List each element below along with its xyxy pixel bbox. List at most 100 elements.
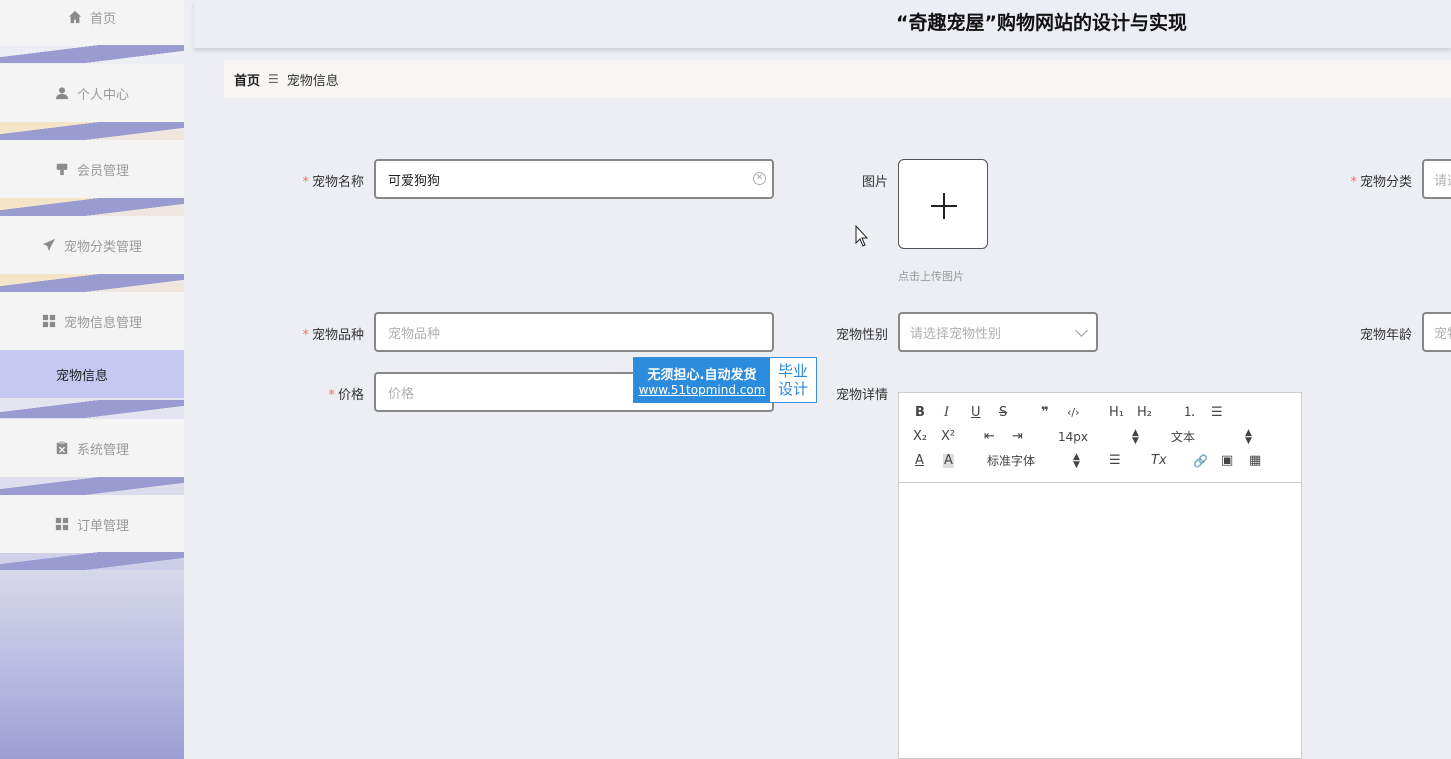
indent-button[interactable]: ⇥ — [1012, 430, 1023, 444]
strike-button[interactable]: S — [999, 406, 1007, 420]
outdent-button[interactable]: ⇤ — [984, 430, 995, 444]
watermark-line1: 无须担心.自动发货 — [647, 367, 757, 383]
price-placeholder: 价格 — [388, 386, 415, 402]
sidebar-item-label: 订单管理 — [76, 518, 129, 534]
bold-button[interactable]: B — [915, 406, 925, 420]
top-header: “奇趣宠屋”购物网站的设计与实现 — [194, 0, 1451, 48]
align-button[interactable]: ☰ — [1109, 454, 1121, 468]
category-placeholder: 请选 — [1434, 173, 1451, 189]
block-type-value: 文本 — [1171, 430, 1196, 444]
breed-label: * 宠物品种 — [302, 328, 364, 343]
sidebar-item-orders[interactable]: 订单管理 — [0, 495, 184, 553]
sidebar-item-label: 首页 — [89, 11, 116, 27]
image-label: 图片 — [861, 175, 888, 190]
sidebar-divider — [0, 198, 184, 216]
italic-button[interactable]: I — [944, 406, 949, 420]
user-icon — [55, 86, 69, 100]
updown-icon: ▲ ▼ — [1245, 428, 1252, 446]
sidebar-item-system[interactable]: 系统管理 — [0, 419, 184, 477]
age-input[interactable]: 宠物 — [1422, 312, 1451, 352]
sidebar: 首页 个人中心 会员管理 宠物分类管理 宠物信息管理 宠物信息 系统管理 订单管… — [0, 0, 184, 759]
sidebar-subitem-pet-info[interactable]: 宠物信息 — [0, 350, 184, 398]
breadcrumb: 首页 ☰ 宠物信息 — [224, 60, 1451, 98]
category-select[interactable]: 请选 — [1422, 159, 1451, 199]
watermark-url: www.51topmind.com — [638, 382, 766, 397]
grid-icon — [55, 517, 69, 531]
editor-content-area[interactable] — [899, 483, 1301, 759]
gender-select[interactable]: 请选择宠物性别 — [898, 312, 1098, 352]
sidebar-item-pet-info[interactable]: 宠物信息管理 — [0, 292, 184, 350]
breed-input[interactable]: 宠物品种 — [374, 312, 774, 352]
block-type-select[interactable]: 文本 ▲ ▼ — [1171, 428, 1253, 446]
blockquote-button[interactable]: ❞ — [1041, 406, 1049, 420]
pet-name-input[interactable]: 可爱狗狗 ✕ — [374, 159, 774, 199]
video-button[interactable]: ▦ — [1249, 454, 1261, 468]
bullet-list-button[interactable]: ☰ — [1211, 406, 1223, 420]
font-family-value: 标准字体 — [987, 454, 1036, 468]
sidebar-item-label: 系统管理 — [76, 442, 129, 458]
editor-toolbar: B I U S ❞ ‹/› H₁ H₂ ⒈ ☰ X₂ X² ⇤ ⇥ 14px ▲… — [899, 393, 1301, 483]
member-icon — [55, 162, 69, 176]
mouse-cursor-icon — [855, 225, 869, 247]
breadcrumb-separator: ☰ — [268, 72, 279, 86]
sidebar-divider — [0, 274, 184, 292]
clear-format-button[interactable]: Tx — [1151, 454, 1167, 468]
ordered-list-button[interactable]: ⒈ — [1183, 406, 1196, 420]
details-label: 宠物详情 — [835, 388, 888, 403]
age-placeholder: 宠物 — [1434, 326, 1451, 342]
pet-name-label: * 宠物名称 — [302, 175, 364, 190]
updown-icon: ▲ ▼ — [1073, 452, 1080, 470]
sidebar-divider — [0, 122, 184, 140]
link-button[interactable]: 🔗 — [1193, 454, 1208, 468]
sidebar-item-profile[interactable]: 个人中心 — [0, 64, 184, 122]
h2-button[interactable]: H₂ — [1137, 406, 1152, 420]
watermark-right2: 设计 — [777, 380, 808, 398]
price-label: * 价格 — [328, 388, 364, 403]
rich-text-editor: B I U S ❞ ‹/› H₁ H₂ ⒈ ☰ X₂ X² ⇤ ⇥ 14px ▲… — [898, 392, 1302, 759]
breadcrumb-home[interactable]: 首页 — [234, 70, 260, 89]
page-title: “奇趣宠屋”购物网站的设计与实现 — [896, 12, 1187, 34]
h1-button[interactable]: H₁ — [1109, 406, 1124, 420]
sidebar-divider — [0, 552, 184, 570]
background-color-button[interactable]: A — [943, 454, 954, 468]
grid-icon — [42, 314, 56, 328]
underline-button[interactable]: U — [971, 406, 981, 420]
breed-placeholder: 宠物品种 — [388, 326, 441, 342]
subscript-button[interactable]: X₂ — [913, 430, 927, 444]
watermark-right1: 毕业 — [777, 362, 808, 380]
image-button[interactable]: ▣ — [1221, 454, 1233, 468]
sidebar-background — [0, 570, 184, 759]
watermark-badge: 无须担心.自动发货 www.51topmind.com 毕业 设计 — [633, 357, 817, 403]
sidebar-item-pet-category[interactable]: 宠物分类管理 — [0, 216, 184, 274]
sidebar-item-label: 个人中心 — [76, 87, 129, 103]
updown-icon: ▲ ▼ — [1132, 428, 1139, 446]
font-family-select[interactable]: 标准字体 ▲ ▼ — [987, 452, 1080, 470]
gender-label: 宠物性别 — [835, 328, 888, 343]
clear-icon[interactable]: ✕ — [753, 172, 766, 185]
sidebar-item-label: 宠物信息管理 — [63, 315, 142, 331]
sidebar-subitem-label: 宠物信息 — [56, 368, 109, 384]
sidebar-item-label: 会员管理 — [76, 163, 129, 179]
sidebar-divider — [0, 45, 184, 63]
home-icon — [68, 10, 82, 24]
upload-hint: 点击上传图片 — [898, 270, 964, 283]
clipboard-icon — [55, 441, 69, 455]
gender-placeholder: 请选择宠物性别 — [910, 326, 1002, 342]
category-label: * 宠物分类 — [1350, 175, 1412, 190]
breadcrumb-current: 宠物信息 — [286, 73, 339, 89]
sidebar-item-home[interactable]: 首页 — [0, 0, 184, 46]
pet-name-value: 可爱狗狗 — [388, 173, 441, 189]
chevron-down-icon — [1075, 324, 1088, 337]
sidebar-divider — [0, 400, 184, 418]
superscript-button[interactable]: X² — [941, 430, 955, 444]
font-size-value: 14px — [1058, 430, 1088, 444]
sidebar-item-members[interactable]: 会员管理 — [0, 140, 184, 198]
code-button[interactable]: ‹/› — [1067, 406, 1080, 420]
sidebar-divider — [0, 477, 184, 495]
age-label: 宠物年龄 — [1359, 328, 1412, 343]
font-color-button[interactable]: A — [915, 454, 924, 468]
image-upload-button[interactable] — [898, 159, 988, 249]
paper-plane-icon — [42, 238, 56, 252]
sidebar-item-label: 宠物分类管理 — [63, 239, 142, 255]
font-size-select[interactable]: 14px ▲ ▼ — [1058, 428, 1140, 446]
